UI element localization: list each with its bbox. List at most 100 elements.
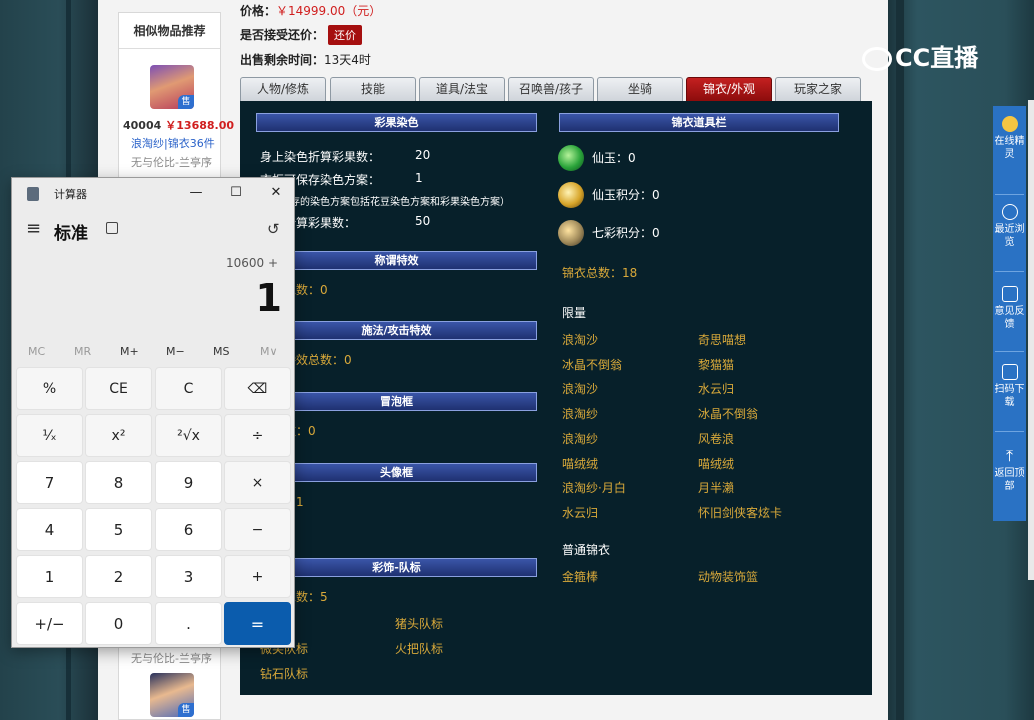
close-icon[interactable]: ✕ — [256, 180, 296, 206]
divider — [995, 194, 1024, 195]
digit-1-key[interactable]: 1 — [16, 555, 83, 598]
divider — [995, 271, 1024, 272]
bargain-line: 是否接受还价： 还价 — [240, 25, 363, 45]
calculator-expression: 10600 + — [225, 256, 278, 270]
tab-skills[interactable]: 技能 — [330, 77, 416, 101]
team-badge-header: 彩饰-队标 — [256, 558, 537, 577]
calculator-titlebar[interactable]: 计算器 — ☐ ✕ — [12, 178, 294, 208]
digit-6-key[interactable]: 6 — [155, 508, 222, 551]
digit-3-key[interactable]: 3 — [155, 555, 222, 598]
similar-item-avatar[interactable]: 售 — [150, 65, 194, 109]
divide-key[interactable]: ÷ — [224, 414, 291, 457]
rainbow-points-label: 七彩积分：0 — [592, 226, 660, 240]
wardrobe-total: 锦衣总数：18 — [562, 266, 638, 280]
wardrobe-content-panel: 彩果染色 身上染色折算彩果数： 20 衣柜可保存染色方案： 1 （可保存的染色方… — [240, 101, 872, 695]
dye-count2-value: 50 — [415, 214, 431, 228]
sidebar-item-label: 返回顶部 — [994, 468, 1025, 492]
spell-effect-header: 施法/攻击特效 — [256, 321, 537, 340]
sidebar-item-label: 最近浏览 — [994, 224, 1025, 248]
remain-value: 13天4时 — [324, 53, 371, 67]
sidebar-item-label: 在线精灵 — [994, 136, 1025, 160]
limited-item: 喵绒绒 — [698, 457, 735, 471]
backspace-key[interactable]: ⌫ — [224, 367, 291, 410]
avatar-frame-header: 头像框 — [256, 463, 537, 482]
similar-item-price-line: 40004 ￥13688.00 — [123, 117, 234, 133]
similar-item-seller: 无与伦比-兰亭序 — [131, 156, 212, 169]
calculator-display: 1 — [255, 276, 282, 320]
limited-item: 浪淘沙 — [562, 333, 599, 347]
memory-subtract-button[interactable]: M− — [166, 345, 185, 358]
digit-7-key[interactable]: 7 — [16, 461, 83, 504]
team-badge-item: 钻石队标 — [260, 667, 309, 681]
normal-item: 金箍棒 — [562, 570, 599, 584]
clear-key[interactable]: C — [155, 367, 222, 410]
limited-item: 浪淘纱 — [562, 432, 599, 446]
sidebar-item-label: 扫码下载 — [994, 384, 1025, 408]
cc-logo-text: CC直播 — [895, 44, 979, 72]
page-scrollbar[interactable] — [1028, 100, 1034, 580]
qr-scan-icon — [1001, 364, 1018, 380]
calculator-mode: 标准 — [54, 224, 88, 244]
jade-label: 仙玉：0 — [592, 151, 636, 165]
sidebar-item-recent[interactable]: 最近浏览 — [993, 204, 1026, 249]
plus-key[interactable]: + — [224, 555, 291, 598]
multiply-key[interactable]: × — [224, 461, 291, 504]
minimize-button[interactable]: — — [176, 180, 216, 206]
tab-character[interactable]: 人物/修炼 — [240, 77, 326, 101]
square-root-key[interactable]: ²√x — [155, 414, 222, 457]
sidebar-item-scan-download[interactable]: 扫码下载 — [993, 364, 1026, 409]
square-key[interactable]: x² — [85, 414, 152, 457]
memory-list-button[interactable]: M∨ — [260, 345, 278, 358]
memory-recall-button[interactable]: MR — [74, 345, 91, 358]
price-value: ￥14999.00（元） — [276, 4, 382, 18]
clock-icon — [1001, 204, 1018, 220]
digit-0-key[interactable]: 0 — [85, 602, 152, 645]
calculator-window: 计算器 — ☐ ✕ ≡ 标准 ↺ 10600 + 1 MC MR M+ M− M… — [11, 177, 295, 648]
limited-item: 水云归 — [698, 382, 735, 396]
tab-mounts[interactable]: 坐骑 — [597, 77, 683, 101]
bubble-frame-header: 冒泡框 — [256, 392, 537, 411]
similar-item-id: 40004 — [123, 119, 162, 132]
wardrobe-props-header: 锦衣道具栏 — [559, 113, 839, 132]
hamburger-menu-icon[interactable]: ≡ — [26, 218, 41, 239]
limited-item: 浪淘沙 — [562, 382, 599, 396]
similar-item-avatar-2[interactable]: 售 — [150, 673, 194, 717]
digit-5-key[interactable]: 5 — [85, 508, 152, 551]
keep-on-top-icon[interactable] — [106, 222, 118, 234]
back-to-top-icon: ⤒ — [1005, 446, 1014, 465]
tab-pets[interactable]: 召唤兽/孩子 — [508, 77, 594, 101]
history-icon[interactable]: ↺ — [267, 220, 280, 238]
memory-add-button[interactable]: M+ — [120, 345, 139, 358]
negate-key[interactable]: +/− — [16, 602, 83, 645]
sidebar-item-back-to-top[interactable]: ⤒ 返回顶部 — [993, 448, 1026, 493]
jade-points-icon — [558, 182, 584, 208]
remain-label: 出售剩余时间： — [240, 53, 325, 67]
tab-wardrobe[interactable]: 锦衣/外观 — [686, 77, 772, 101]
digit-4-key[interactable]: 4 — [16, 508, 83, 551]
minus-key[interactable]: − — [224, 508, 291, 551]
clear-entry-key[interactable]: CE — [85, 367, 152, 410]
maximize-button[interactable]: ☐ — [216, 180, 256, 206]
sprite-icon — [1001, 116, 1018, 132]
bargain-button[interactable]: 还价 — [328, 25, 363, 45]
reciprocal-key[interactable]: ¹⁄ₓ — [16, 414, 83, 457]
price-label: 价格： — [240, 4, 277, 18]
tab-items[interactable]: 道具/法宝 — [419, 77, 505, 101]
tab-home[interactable]: 玩家之家 — [775, 77, 861, 101]
sidebar-item-online-sprite[interactable]: 在线精灵 — [993, 116, 1026, 161]
decimal-key[interactable]: . — [155, 602, 222, 645]
memory-store-button[interactable]: MS — [213, 345, 229, 358]
dye-section-header: 彩果染色 — [256, 113, 537, 132]
digit-8-key[interactable]: 8 — [85, 461, 152, 504]
percent-key[interactable]: % — [16, 367, 83, 410]
team-badge-item: 猪头队标 — [395, 617, 444, 631]
sell-badge: 售 — [178, 95, 194, 109]
divider — [995, 431, 1024, 432]
sidebar-item-feedback[interactable]: 意见反馈 — [993, 286, 1026, 331]
digit-9-key[interactable]: 9 — [155, 461, 222, 504]
memory-clear-button[interactable]: MC — [28, 345, 45, 358]
similar-item-server[interactable]: 浪淘纱|锦衣36件 — [131, 135, 215, 151]
equals-key[interactable]: = — [224, 602, 291, 645]
jade-points-label: 仙玉积分：0 — [592, 188, 660, 202]
digit-2-key[interactable]: 2 — [85, 555, 152, 598]
